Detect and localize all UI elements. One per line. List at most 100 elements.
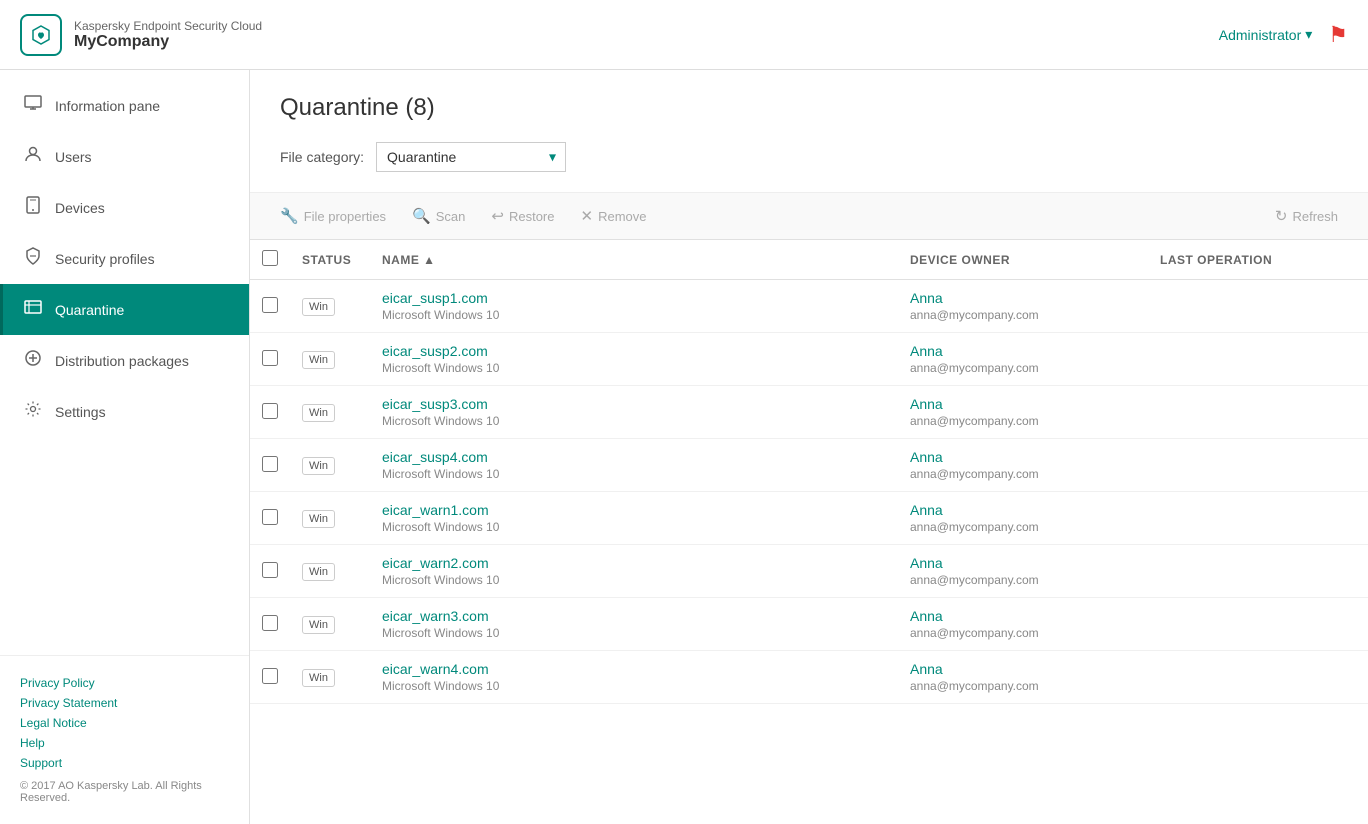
sidebar-item-settings[interactable]: Settings	[0, 386, 249, 437]
owner-name-link[interactable]: Anna	[910, 502, 1136, 518]
owner-name-link[interactable]: Anna	[910, 396, 1136, 412]
table-row: Win eicar_warn3.com Microsoft Windows 10…	[250, 598, 1368, 651]
row-checkbox[interactable]	[262, 403, 278, 419]
row-last-operation	[1148, 439, 1368, 492]
file-link[interactable]: eicar_susp3.com	[382, 396, 886, 412]
select-all-checkbox[interactable]	[262, 250, 278, 266]
table-row: Win eicar_susp4.com Microsoft Windows 10…	[250, 439, 1368, 492]
win-badge: Win	[302, 669, 335, 687]
security-icon	[23, 247, 43, 270]
row-checkbox-cell[interactable]	[250, 492, 290, 545]
row-status: Win	[290, 545, 370, 598]
admin-menu[interactable]: Administrator ▾	[1219, 26, 1313, 43]
file-link[interactable]: eicar_susp2.com	[382, 343, 886, 359]
file-link[interactable]: eicar_warn3.com	[382, 608, 886, 624]
col-name[interactable]: NAME ▲	[370, 240, 898, 280]
file-os: Microsoft Windows 10	[382, 308, 886, 322]
owner-name-link[interactable]: Anna	[910, 449, 1136, 465]
row-file: eicar_warn1.com Microsoft Windows 10	[370, 492, 898, 545]
app-name: Kaspersky Endpoint Security Cloud	[74, 19, 262, 33]
row-checkbox-cell[interactable]	[250, 598, 290, 651]
help-link[interactable]: Help	[20, 736, 229, 750]
quarantine-table: Status NAME ▲ Device owner Last operatio…	[250, 240, 1368, 704]
file-properties-action[interactable]: 🔧 File properties	[270, 201, 396, 231]
owner-name-link[interactable]: Anna	[910, 555, 1136, 571]
row-checkbox-cell[interactable]	[250, 333, 290, 386]
file-category-select-wrapper[interactable]: Quarantine Backup	[376, 142, 566, 172]
refresh-action[interactable]: ↻ Refresh	[1265, 201, 1348, 231]
remove-icon: ✕	[581, 207, 594, 225]
row-checkbox-cell[interactable]	[250, 280, 290, 333]
file-properties-label: File properties	[304, 209, 386, 224]
file-link[interactable]: eicar_susp1.com	[382, 290, 886, 306]
row-checkbox-cell[interactable]	[250, 545, 290, 598]
sidebar-item-users[interactable]: Users	[0, 131, 249, 182]
row-checkbox-cell[interactable]	[250, 651, 290, 704]
row-checkbox[interactable]	[262, 350, 278, 366]
sidebar-item-label: Devices	[55, 200, 105, 216]
file-link[interactable]: eicar_warn4.com	[382, 661, 886, 677]
sidebar-item-distribution-packages[interactable]: Distribution packages	[0, 335, 249, 386]
row-status: Win	[290, 439, 370, 492]
sidebar-item-security-profiles[interactable]: Security profiles	[0, 233, 249, 284]
row-status: Win	[290, 598, 370, 651]
file-os: Microsoft Windows 10	[382, 520, 886, 534]
admin-label: Administrator	[1219, 27, 1301, 43]
sidebar-item-label: Settings	[55, 404, 106, 420]
restore-label: Restore	[509, 209, 555, 224]
win-badge: Win	[302, 404, 335, 422]
row-file: eicar_warn2.com Microsoft Windows 10	[370, 545, 898, 598]
toolbar: 🔧 File properties 🔍 Scan ↩ Restore ✕ Rem…	[250, 193, 1368, 240]
row-checkbox[interactable]	[262, 297, 278, 313]
flag-icon[interactable]: ⚑	[1328, 22, 1348, 48]
owner-email: anna@mycompany.com	[910, 573, 1136, 587]
sidebar-item-information-pane[interactable]: Information pane	[0, 80, 249, 131]
sidebar-nav: Information pane Users	[0, 70, 249, 655]
monitor-icon	[23, 94, 43, 117]
row-checkbox[interactable]	[262, 562, 278, 578]
row-checkbox-cell[interactable]	[250, 386, 290, 439]
row-checkbox[interactable]	[262, 509, 278, 525]
content-header: Quarantine (8) File category: Quarantine…	[250, 70, 1368, 193]
privacy-statement-link[interactable]: Privacy Statement	[20, 696, 229, 710]
row-checkbox-cell[interactable]	[250, 439, 290, 492]
owner-email: anna@mycompany.com	[910, 626, 1136, 640]
file-category-select[interactable]: Quarantine Backup	[376, 142, 566, 172]
sort-asc-icon: ▲	[423, 253, 435, 267]
row-owner: Anna anna@mycompany.com	[898, 651, 1148, 704]
owner-email: anna@mycompany.com	[910, 361, 1136, 375]
company-name: MyCompany	[74, 33, 262, 51]
sidebar-item-quarantine[interactable]: Quarantine	[0, 284, 249, 335]
sidebar-item-label: Quarantine	[55, 302, 124, 318]
table-row: Win eicar_susp2.com Microsoft Windows 10…	[250, 333, 1368, 386]
owner-name-link[interactable]: Anna	[910, 661, 1136, 677]
owner-name-link[interactable]: Anna	[910, 608, 1136, 624]
quarantine-icon	[23, 298, 43, 321]
row-file: eicar_warn3.com Microsoft Windows 10	[370, 598, 898, 651]
sidebar-item-devices[interactable]: Devices	[0, 182, 249, 233]
file-link[interactable]: eicar_warn2.com	[382, 555, 886, 571]
file-link[interactable]: eicar_warn1.com	[382, 502, 886, 518]
col-device-owner: Device owner	[898, 240, 1148, 280]
quarantine-table-container: Status NAME ▲ Device owner Last operatio…	[250, 240, 1368, 824]
scan-action[interactable]: 🔍 Scan	[402, 201, 475, 231]
remove-action[interactable]: ✕ Remove	[571, 201, 657, 231]
owner-name-link[interactable]: Anna	[910, 343, 1136, 359]
restore-action[interactable]: ↩ Restore	[481, 201, 564, 231]
table-header: Status NAME ▲ Device owner Last operatio…	[250, 240, 1368, 280]
legal-notice-link[interactable]: Legal Notice	[20, 716, 229, 730]
search-icon: 🔍	[412, 207, 431, 225]
row-checkbox[interactable]	[262, 456, 278, 472]
row-file: eicar_susp4.com Microsoft Windows 10	[370, 439, 898, 492]
row-checkbox[interactable]	[262, 615, 278, 631]
privacy-policy-link[interactable]: Privacy Policy	[20, 676, 229, 690]
row-last-operation	[1148, 333, 1368, 386]
row-last-operation	[1148, 386, 1368, 439]
owner-name-link[interactable]: Anna	[910, 290, 1136, 306]
file-link[interactable]: eicar_susp4.com	[382, 449, 886, 465]
row-last-operation	[1148, 492, 1368, 545]
row-checkbox[interactable]	[262, 668, 278, 684]
support-link[interactable]: Support	[20, 756, 229, 770]
sidebar-item-label: Security profiles	[55, 251, 155, 267]
col-checkbox	[250, 240, 290, 280]
